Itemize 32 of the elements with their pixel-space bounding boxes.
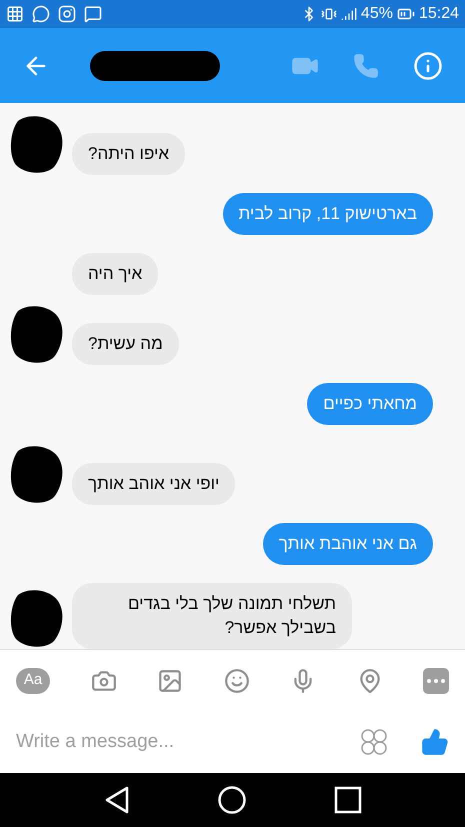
more-icon [427, 678, 445, 682]
text-style-button[interactable]: Aa [16, 668, 50, 694]
received-message: מה עשית? [72, 323, 179, 365]
camera-icon [58, 5, 76, 23]
stickers-icon[interactable] [359, 727, 389, 757]
message-field[interactable]: Write a message... [16, 728, 359, 756]
redacted-avatar [8, 303, 64, 365]
received-message: תשלחי תמונה שלך בלי בגדים בשבילך אפשר? [72, 583, 352, 649]
redacted-avatar [8, 443, 64, 505]
grid-icon [6, 5, 24, 23]
received-message: יופי אני אוהב אותך [72, 463, 236, 505]
received-message: איפו היתה? [72, 133, 186, 175]
received-message: איך היה [72, 253, 158, 295]
redacted-avatar [8, 587, 64, 649]
home-icon[interactable] [216, 785, 246, 815]
redacted-avatar [8, 113, 64, 175]
gallery-button[interactable] [157, 668, 183, 694]
more-button[interactable] [423, 668, 449, 694]
sent-message: בארטישוק 11, קרוב לבית [222, 193, 433, 235]
message-icon [84, 5, 102, 23]
battery-percent: 45% [360, 4, 393, 24]
back-icon[interactable] [104, 786, 130, 814]
emoji-button[interactable] [224, 668, 250, 694]
vibrate-icon [320, 6, 337, 22]
clock: 15:24 [418, 4, 459, 24]
like-button[interactable] [421, 728, 449, 756]
info-button[interactable] [413, 50, 443, 80]
recents-icon[interactable] [334, 786, 362, 814]
sent-message: מחאתי כפיים [307, 383, 433, 425]
sent-message: גם אני אוהבת אותך [262, 523, 433, 565]
chat-bubble-icon [32, 5, 50, 23]
signal-icon [340, 6, 357, 22]
